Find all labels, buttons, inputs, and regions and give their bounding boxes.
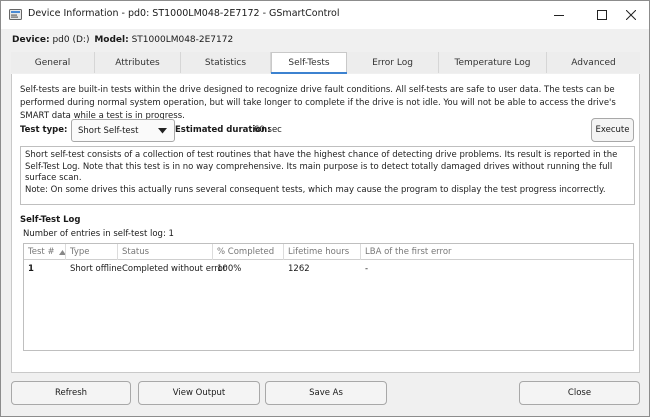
cell-status: Completed without error [122, 264, 227, 274]
maximize-icon [597, 10, 607, 20]
self-test-log-title: Self-Test Log [20, 215, 81, 225]
app-icon [9, 9, 22, 20]
device-information-window: Device Information - pd0: ST1000LM048-2E… [0, 0, 650, 417]
test-type-select[interactable]: Short Self-test [71, 119, 175, 142]
device-value: pd0 (D:) [52, 35, 90, 45]
device-label: Device: [12, 35, 50, 45]
tab-advanced[interactable]: Advanced [547, 52, 640, 73]
tab-temperature-log[interactable]: Temperature Log [439, 52, 547, 73]
title-bar: Device Information - pd0: ST1000LM048-2E… [1, 1, 649, 29]
model-value: ST1000LM048-2E7172 [131, 35, 234, 45]
self-tests-intro: Self-tests are built-in tests within the… [20, 85, 616, 121]
test-description-line-2: Note: On some drives this actually runs … [25, 184, 606, 195]
refresh-button[interactable]: Refresh [11, 381, 131, 405]
tab-attributes[interactable]: Attributes [95, 52, 181, 73]
test-description-box: Short self-test consists of a collection… [20, 146, 635, 205]
close-window-button[interactable] [613, 1, 649, 29]
tab-self-tests[interactable]: Self-Tests [271, 52, 347, 73]
sort-ascending-icon [58, 249, 65, 255]
close-button[interactable]: Close [519, 381, 640, 405]
column-header-status[interactable]: Status [118, 244, 213, 260]
minimize-button[interactable] [541, 1, 577, 29]
view-output-button[interactable]: View Output [138, 381, 260, 405]
column-header-test-number[interactable]: Test # [24, 244, 66, 260]
chevron-down-icon [158, 128, 167, 134]
log-entries-count: Number of entries in self-test log: 1 [23, 229, 174, 239]
column-header-percent-completed[interactable]: % Completed [213, 244, 284, 260]
table-header: Test # Type Status % Completed Lifetime … [24, 244, 633, 260]
test-type-value: Short Self-test [78, 125, 139, 136]
cell-lba-first-error: - [365, 264, 369, 274]
tab-general[interactable]: General [11, 52, 95, 73]
execute-button[interactable]: Execute [591, 118, 634, 142]
cell-lifetime-hours: 1262 [288, 264, 310, 274]
tab-statistics[interactable]: Statistics [181, 52, 271, 73]
device-info-line: Device: pd0 (D:) Model: ST1000LM048-2E71… [12, 35, 233, 45]
estimated-duration-value: 60 sec [254, 125, 282, 135]
self-test-log-table[interactable]: Test # Type Status % Completed Lifetime … [23, 243, 634, 351]
window-title: Device Information - pd0: ST1000LM048-2E… [28, 8, 340, 19]
column-header-type[interactable]: Type [66, 244, 118, 260]
minimize-icon [554, 15, 564, 16]
tab-error-log[interactable]: Error Log [347, 52, 439, 73]
cell-percent-completed: 100% [217, 264, 242, 274]
close-icon [626, 10, 636, 20]
column-header-test-number-label: Test # [28, 247, 55, 257]
test-description-line-1: Short self-test consists of a collection… [25, 150, 618, 183]
test-type-label: Test type: [20, 125, 68, 135]
column-header-lba-first-error[interactable]: LBA of the first error [361, 244, 633, 260]
cell-type: Short offline [70, 264, 122, 274]
column-header-lifetime-hours[interactable]: Lifetime hours [284, 244, 361, 260]
save-as-button[interactable]: Save As [265, 381, 387, 405]
tab-bar: General Attributes Statistics Self-Tests… [11, 52, 640, 73]
table-row[interactable]: 1 Short offline Completed without error … [24, 261, 633, 277]
cell-test-number: 1 [28, 264, 34, 274]
self-tests-panel: Self-tests are built-in tests within the… [11, 74, 640, 373]
model-label: Model: [94, 35, 129, 45]
